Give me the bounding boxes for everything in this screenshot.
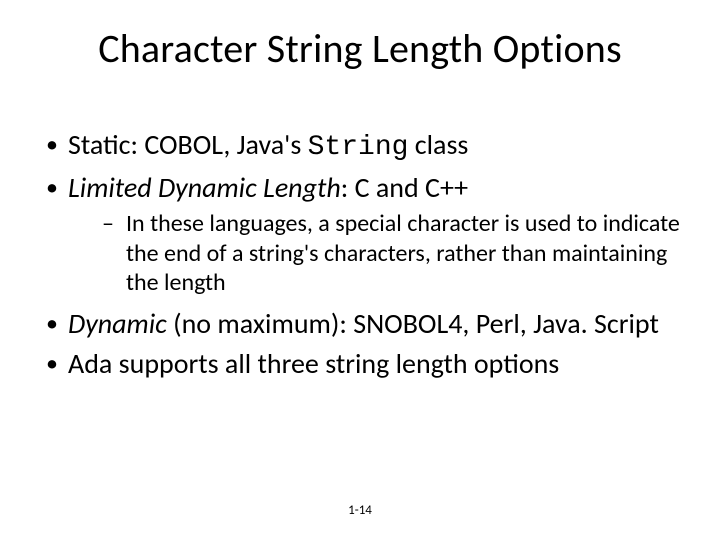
bullet-text: Static: COBOL, Java's — [68, 127, 308, 162]
sub-bullet-list: In these languages, a special character … — [68, 209, 680, 297]
bullet-text: Ada supports all three string length opt… — [68, 346, 559, 381]
slide-number: 1-14 — [0, 503, 720, 518]
slide-body: Static: COBOL, Java's String class Limit… — [40, 128, 680, 387]
emphasis-text: Limited Dynamic Length — [68, 170, 341, 205]
bullet-limited-dynamic: Limited Dynamic Length: C and C++ In the… — [40, 171, 680, 297]
slide-title: Character String Length Options — [0, 24, 720, 73]
bullet-static: Static: COBOL, Java's String class — [40, 128, 680, 165]
sub-bullet: In these languages, a special character … — [102, 209, 680, 297]
code-string: String — [308, 132, 409, 163]
slide: Character String Length Options Static: … — [0, 0, 720, 540]
bullet-text: : C and C++ — [341, 170, 468, 205]
emphasis-text: Dynamic — [68, 306, 167, 341]
bullet-dynamic: Dynamic (no maximum): SNOBOL4, Perl, Jav… — [40, 307, 680, 341]
bullet-ada: Ada supports all three string length opt… — [40, 347, 680, 381]
bullet-text: class — [408, 127, 468, 162]
bullet-text: (no maximum): SNOBOL4, Perl, Java. Scrip… — [167, 306, 659, 341]
sub-bullet-text: In these languages, a special character … — [126, 209, 680, 297]
bullet-list: Static: COBOL, Java's String class Limit… — [40, 128, 680, 381]
